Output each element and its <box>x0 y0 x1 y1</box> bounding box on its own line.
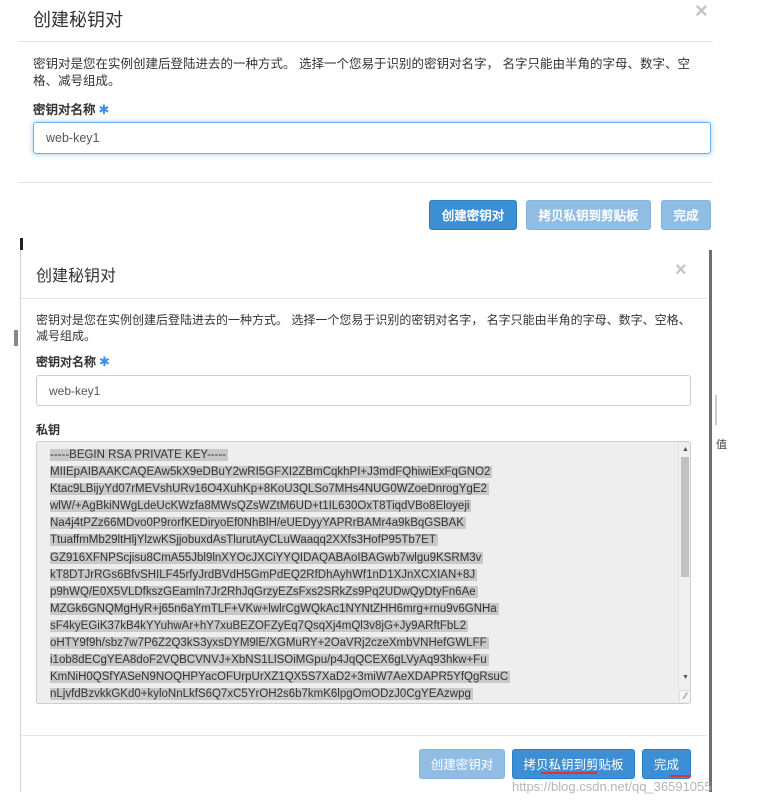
annotation-underline <box>669 775 691 777</box>
done-button[interactable]: 完成 <box>661 200 711 230</box>
private-key-line: MZGk6GNQMgHyR+j65n6aYmTLF+VKw+lwlrCgWQkA… <box>50 601 510 618</box>
private-key-line: kT8DTJrRGs6BfvSHILF45rfyJrdBVdH5GmPdEQ2R… <box>50 567 510 584</box>
dialog-title: 创建秘钥对 <box>33 10 123 30</box>
background-edge <box>14 330 18 346</box>
dialog-title: 创建秘钥对 <box>36 268 117 285</box>
private-key-line: MIIEpAIBAAKCAQEAw5kX9eDBuY2wRI5GFXI2ZBmC… <box>50 464 510 481</box>
scroll-up-icon[interactable]: ▲ <box>682 446 689 453</box>
private-key-line: p9hWQ/E0X5VLDfkszGEamln7Jr2RhJqGrzyEZsFx… <box>50 584 510 601</box>
private-key-line: sF4kyEGiK37kB4kYYuhwAr+hY7xuBEZOFZyEq7Qs… <box>50 618 510 635</box>
keypair-name-input[interactable]: web-key1 <box>36 375 691 406</box>
scrollbar-thumb[interactable] <box>681 457 689 577</box>
private-key-line-text: sF4kyEGiK37kB4kYYuhwAr+hY7xuBEZOFZyEq7Qs… <box>50 619 469 632</box>
private-key-line: i1ob8dECgYEA8doF2VQBCVNVJ+XbNS1LlSOiMGpu… <box>50 652 510 669</box>
create-keypair-dialog-initial: 创建秘钥对 × 密钥对是您在实例创建后登陆进去的一种方式。 选择一个您易于识别的… <box>0 0 766 236</box>
dialog-description: 密钥对是您在实例创建后登陆进去的一种方式。 选择一个您易于识别的密钥对名字， 名… <box>33 57 690 88</box>
annotation-underline <box>541 772 597 774</box>
background-side-text: 值 <box>716 439 727 451</box>
private-key-line-text: i1ob8dECgYEA8doF2VQBCVNVJ+XbNS1LlSOiMGpu… <box>50 654 489 667</box>
close-icon[interactable]: × <box>675 259 687 282</box>
close-icon[interactable]: × <box>695 0 708 22</box>
watermark: https://blog.csdn.net/qq_36591055 <box>512 779 712 794</box>
create-keypair-button[interactable]: 创建密钥对 <box>419 749 505 779</box>
private-key-line: oHTY9f9h/sbz7w7P6Z2Q3kS3yxsDYM9lE/XGMuRY… <box>50 635 510 652</box>
private-key-line-text: p9hWQ/E0X5VLDfkszGEamln7Jr2RhJqGrzyEZsFx… <box>50 585 478 598</box>
copy-private-key-button[interactable]: 拷贝私钥到剪贴板 <box>512 749 635 779</box>
private-key-line: -----BEGIN RSA PRIVATE KEY----- <box>50 447 510 464</box>
private-key-line-text: MZGk6GNQMgHyR+j65n6aYmTLF+VKw+lwlrCgWQkA… <box>50 602 499 615</box>
footer-divider <box>18 182 713 183</box>
private-key-line: GZ916XFNPScjisu8CmA55Jbl9lnXYOcJXCiYYQID… <box>50 550 510 567</box>
scroll-down-icon[interactable]: ▼ <box>682 674 689 681</box>
private-key-line-text: Na4j4tPZz66MDvo0P9rorfKEDiryoEf0NhBlH/eU… <box>50 517 466 530</box>
private-key-line: DXZ...3iFh.D.NO.KfjA9G1.0....U.3UPPU..Z.… <box>50 703 510 704</box>
private-key-line: TtuaffmMb29ltHljYlzwKSjjobuxdAsTlurutAyC… <box>50 532 510 549</box>
private-key-line-text: Ktac9LBijyYd07rMEVshURv16O4XuhKp+8KoU3QL… <box>50 483 489 496</box>
background-edge <box>20 238 23 250</box>
private-key-line-text: KmNiH0QSfYASeN9NOQHPYacOFUrpUrXZ1QX5S7Xa… <box>50 671 511 684</box>
resize-handle-icon[interactable]: ⁄⁄ <box>679 690 690 702</box>
private-key-line: Ktac9LBijyYd07rMEVshURv16O4XuhKp+8KoU3QL… <box>50 481 510 498</box>
private-key-line-text: GZ916XFNPScjisu8CmA55Jbl9lnXYOcJXCiYYQID… <box>50 551 484 564</box>
private-key-label: 私钥 <box>36 423 61 437</box>
private-key-line: KmNiH0QSfYASeN9NOQHPYacOFUrpUrXZ1QX5S7Xa… <box>50 669 511 686</box>
textarea-scrollbar[interactable]: ▲ ▼ <box>678 443 690 688</box>
copy-private-key-button[interactable]: 拷贝私钥到剪贴板 <box>526 200 651 230</box>
private-key-content: -----BEGIN RSA PRIVATE KEY----- MIIEpAIBA… <box>50 447 511 704</box>
private-key-line: Na4j4tPZz66MDvo0P9rorfKEDiryoEf0NhBlH/eU… <box>50 515 510 532</box>
keypair-name-label-text: 密钥对名称 <box>36 355 97 369</box>
private-key-line-text: MIIEpAIBAAKCAQEAw5kX9eDBuY2wRI5GFXI2ZBmC… <box>50 466 493 479</box>
background-edge <box>715 395 717 425</box>
private-key-line-text: wlW/+AgBkiNWgLdeUcKWzfa8MWsQZsWZtM6UD+t1… <box>50 500 472 513</box>
keypair-name-label-text: 密钥对名称 <box>33 103 96 117</box>
footer-divider <box>21 735 707 736</box>
create-keypair-dialog-created: 创建秘钥对 × 密钥对是您在实例创建后登陆进去的一种方式。 选择一个您易于识别的… <box>20 238 712 792</box>
private-key-line-text: oHTY9f9h/sbz7w7P6Z2Q3kS3yxsDYM9lE/XGMuRY… <box>50 637 489 650</box>
private-key-line-text: kT8DTJrRGs6BfvSHILF45rfyJrdBVdH5GmPdEQ2R… <box>50 568 478 581</box>
create-keypair-button[interactable]: 创建密钥对 <box>429 200 517 230</box>
private-key-textarea[interactable]: -----BEGIN RSA PRIVATE KEY----- MIIEpAIBA… <box>36 441 691 704</box>
keypair-name-label: 密钥对名称 ✱ <box>36 353 110 370</box>
required-asterisk-icon: ✱ <box>99 354 110 369</box>
header-divider <box>21 298 707 299</box>
private-key-line-text: nLjvfdBzvkkGKd0+kyloNnLkfS6Q7xC5YrOH2s6b… <box>50 688 473 701</box>
private-key-line: wlW/+AgBkiNWgLdeUcKWzfa8MWsQZsWZtM6UD+t1… <box>50 498 510 515</box>
header-divider <box>18 41 713 42</box>
keypair-name-label: 密钥对名称 ✱ <box>33 99 109 118</box>
keypair-name-input[interactable]: web-key1 <box>33 122 711 154</box>
private-key-line-text: TtuaffmMb29ltHljYlzwKSjjobuxdAsTlurutAyC… <box>50 534 438 547</box>
private-key-line: nLjvfdBzvkkGKd0+kyloNnLkfS6Q7xC5YrOH2s6b… <box>50 686 510 703</box>
required-asterisk-icon: ✱ <box>98 102 110 117</box>
private-key-line-text: -----BEGIN RSA PRIVATE KEY----- <box>50 449 229 461</box>
dialog-description: 密钥对是您在实例创建后登陆进去的一种方式。 选择一个您易于识别的密钥对名字， 名… <box>36 313 691 343</box>
